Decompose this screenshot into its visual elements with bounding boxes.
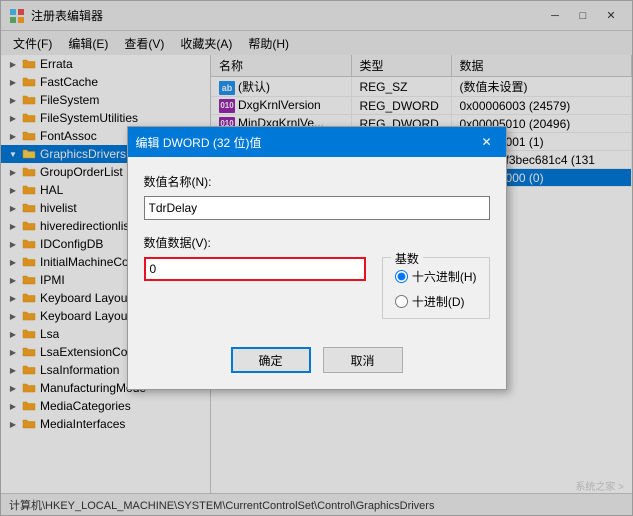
ok-button[interactable]: 确定 <box>231 347 311 373</box>
base-radio-group: 基数 十六进制(H) 十进制(D) <box>382 257 490 319</box>
radio-dec-label: 十进制(D) <box>412 293 465 310</box>
value-input[interactable] <box>144 257 366 281</box>
dialog-title-bar: 编辑 DWORD (32 位)值 ✕ <box>128 127 506 157</box>
value-row: 基数 十六进制(H) 十进制(D) <box>144 257 490 319</box>
radio-dec-input[interactable] <box>395 295 408 308</box>
radio-hex-input[interactable] <box>395 270 408 283</box>
cancel-button[interactable]: 取消 <box>323 347 403 373</box>
edit-dword-dialog: 编辑 DWORD (32 位)值 ✕ 数值名称(N): 数值数据(V): 基数 <box>127 126 507 390</box>
radio-hex[interactable]: 十六进制(H) <box>395 268 477 285</box>
value-input-wrap <box>144 257 366 281</box>
value-label: 数值数据(V): <box>144 234 490 251</box>
dialog-body: 数值名称(N): 数值数据(V): 基数 十六进制(H) <box>128 157 506 335</box>
name-label: 数值名称(N): <box>144 173 490 190</box>
radio-hex-label: 十六进制(H) <box>412 268 477 285</box>
name-input[interactable] <box>144 196 490 220</box>
dialog-close-button[interactable]: ✕ <box>476 131 498 153</box>
radios: 十六进制(H) 十进制(D) <box>395 266 477 310</box>
main-window: 注册表编辑器 ─ □ ✕ 文件(F) 编辑(E) 查看(V) 收藏夹(A) 帮助… <box>0 0 633 516</box>
radio-dec[interactable]: 十进制(D) <box>395 293 477 310</box>
dialog-overlay: 编辑 DWORD (32 位)值 ✕ 数值名称(N): 数值数据(V): 基数 <box>1 1 632 515</box>
base-label: 基数 <box>391 250 423 267</box>
dialog-title: 编辑 DWORD (32 位)值 <box>136 134 476 151</box>
dialog-buttons: 确定 取消 <box>128 335 506 389</box>
